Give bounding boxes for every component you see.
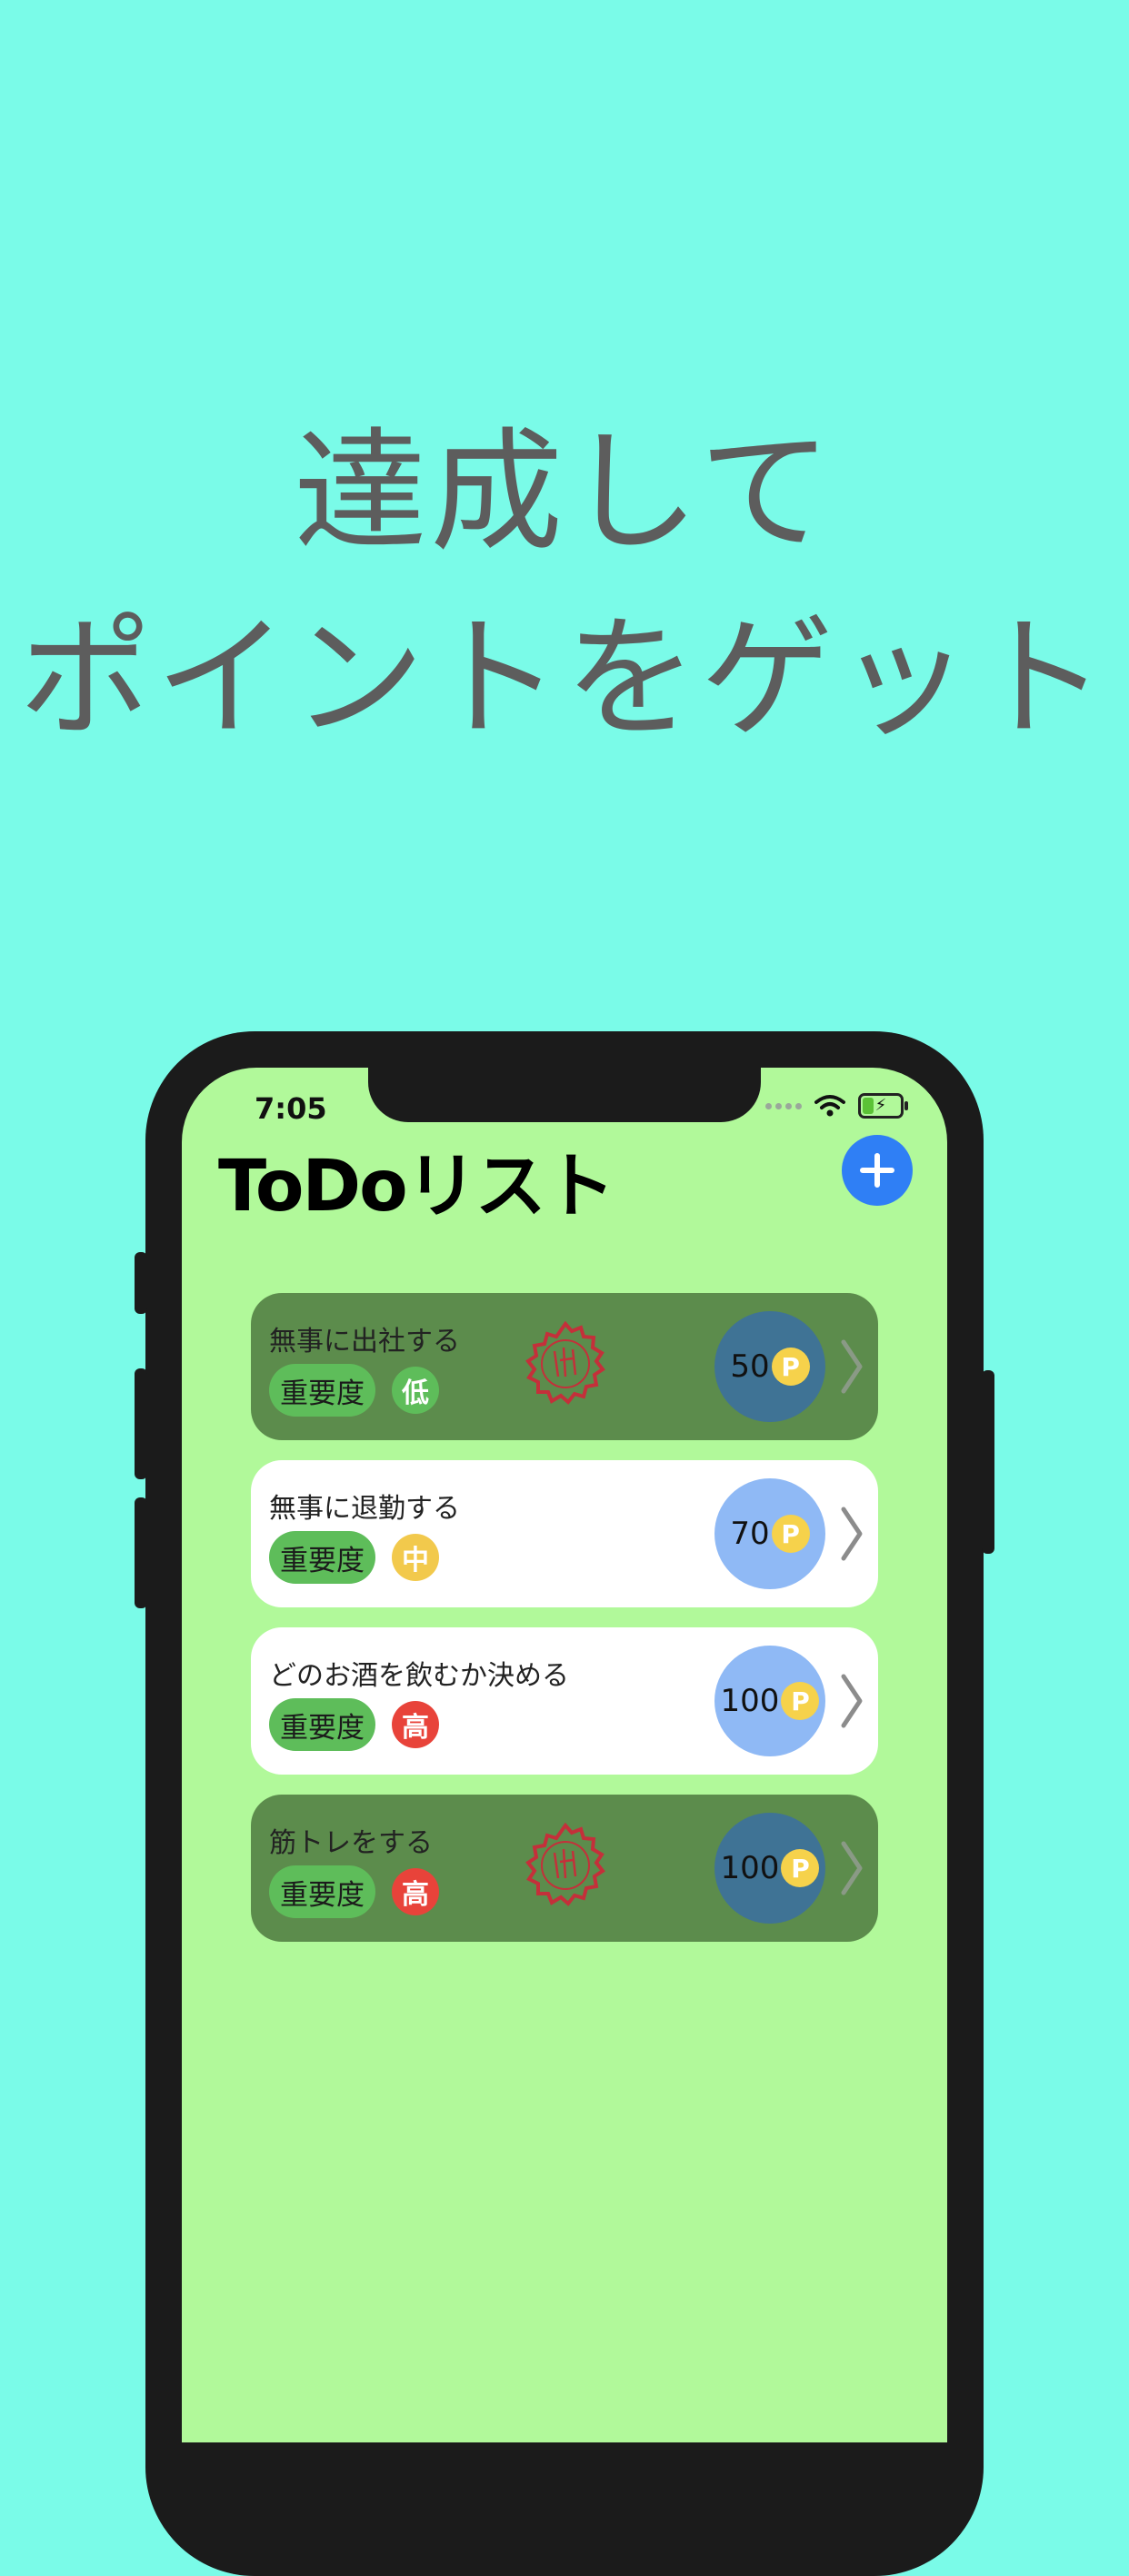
points-value: 50 [730, 1348, 770, 1385]
task-title: 筋トレをする [269, 1827, 433, 1859]
points-badge: 50 P [714, 1311, 825, 1422]
headline-line-2: ポイントをゲット [19, 602, 1110, 756]
point-coin-icon: P [771, 1348, 810, 1386]
chevron-right-icon[interactable] [840, 1506, 864, 1562]
phone-screen: 7:05 ⚡ ToDoリスト 無事に出社する 重要度 低 50 P 無事に退勤す… [182, 1068, 947, 2442]
importance-label: 重要度 [269, 1364, 375, 1417]
signal-dots-icon [765, 1102, 802, 1109]
status-time: 7:05 [255, 1091, 327, 1126]
points-value: 70 [730, 1516, 770, 1552]
point-coin-icon: P [771, 1515, 810, 1553]
phone-power-button [982, 1370, 994, 1554]
points-value: 100 [720, 1683, 780, 1719]
points-badge: 100 P [714, 1646, 825, 1756]
phone-volume-up [135, 1368, 147, 1479]
phone-silent-switch [135, 1252, 147, 1314]
importance-badge: 低 [392, 1367, 439, 1414]
chevron-right-icon[interactable] [840, 1673, 864, 1729]
add-task-button[interactable] [842, 1135, 913, 1206]
chevron-right-icon[interactable] [840, 1840, 864, 1896]
importance-badge: 中 [392, 1534, 439, 1581]
plus-icon [860, 1153, 894, 1188]
task-title: 無事に退勤する [269, 1493, 460, 1525]
task-list: 無事に出社する 重要度 低 50 P 無事に退勤する 重要度 中 70 P どの… [251, 1293, 878, 1962]
completed-stamp-icon [525, 1822, 605, 1906]
importance-label: 重要度 [269, 1865, 375, 1918]
task-card[interactable]: 無事に退勤する 重要度 中 70 P [251, 1460, 878, 1607]
task-card[interactable]: どのお酒を飲むか決める 重要度 高 100 P [251, 1627, 878, 1775]
status-icons: ⚡ [765, 1093, 908, 1119]
importance-badge: 高 [392, 1868, 439, 1915]
point-coin-icon: P [781, 1849, 820, 1887]
chevron-right-icon[interactable] [840, 1338, 864, 1395]
app-title: ToDoリスト [218, 1146, 615, 1228]
task-card[interactable]: 無事に出社する 重要度 低 50 P [251, 1293, 878, 1440]
promo-headline: 達成して ポイントをゲット [0, 400, 1129, 772]
points-badge: 100 P [714, 1813, 825, 1924]
importance-label: 重要度 [269, 1531, 375, 1584]
wifi-icon [814, 1095, 845, 1117]
task-card[interactable]: 筋トレをする 重要度 高 100 P [251, 1795, 878, 1942]
importance-label: 重要度 [269, 1698, 375, 1751]
phone-notch [368, 1068, 761, 1122]
battery-icon: ⚡ [858, 1093, 908, 1119]
completed-stamp-icon [525, 1320, 605, 1405]
points-value: 100 [720, 1850, 780, 1886]
points-badge: 70 P [714, 1478, 825, 1589]
task-title: どのお酒を飲むか決める [269, 1660, 569, 1692]
point-coin-icon: P [781, 1682, 820, 1720]
headline-line-1: 達成して [294, 415, 835, 570]
charging-bolt-icon: ⚡ [874, 1096, 887, 1115]
importance-badge: 高 [392, 1701, 439, 1748]
phone-volume-down [135, 1497, 147, 1608]
task-title: 無事に出社する [269, 1326, 460, 1358]
